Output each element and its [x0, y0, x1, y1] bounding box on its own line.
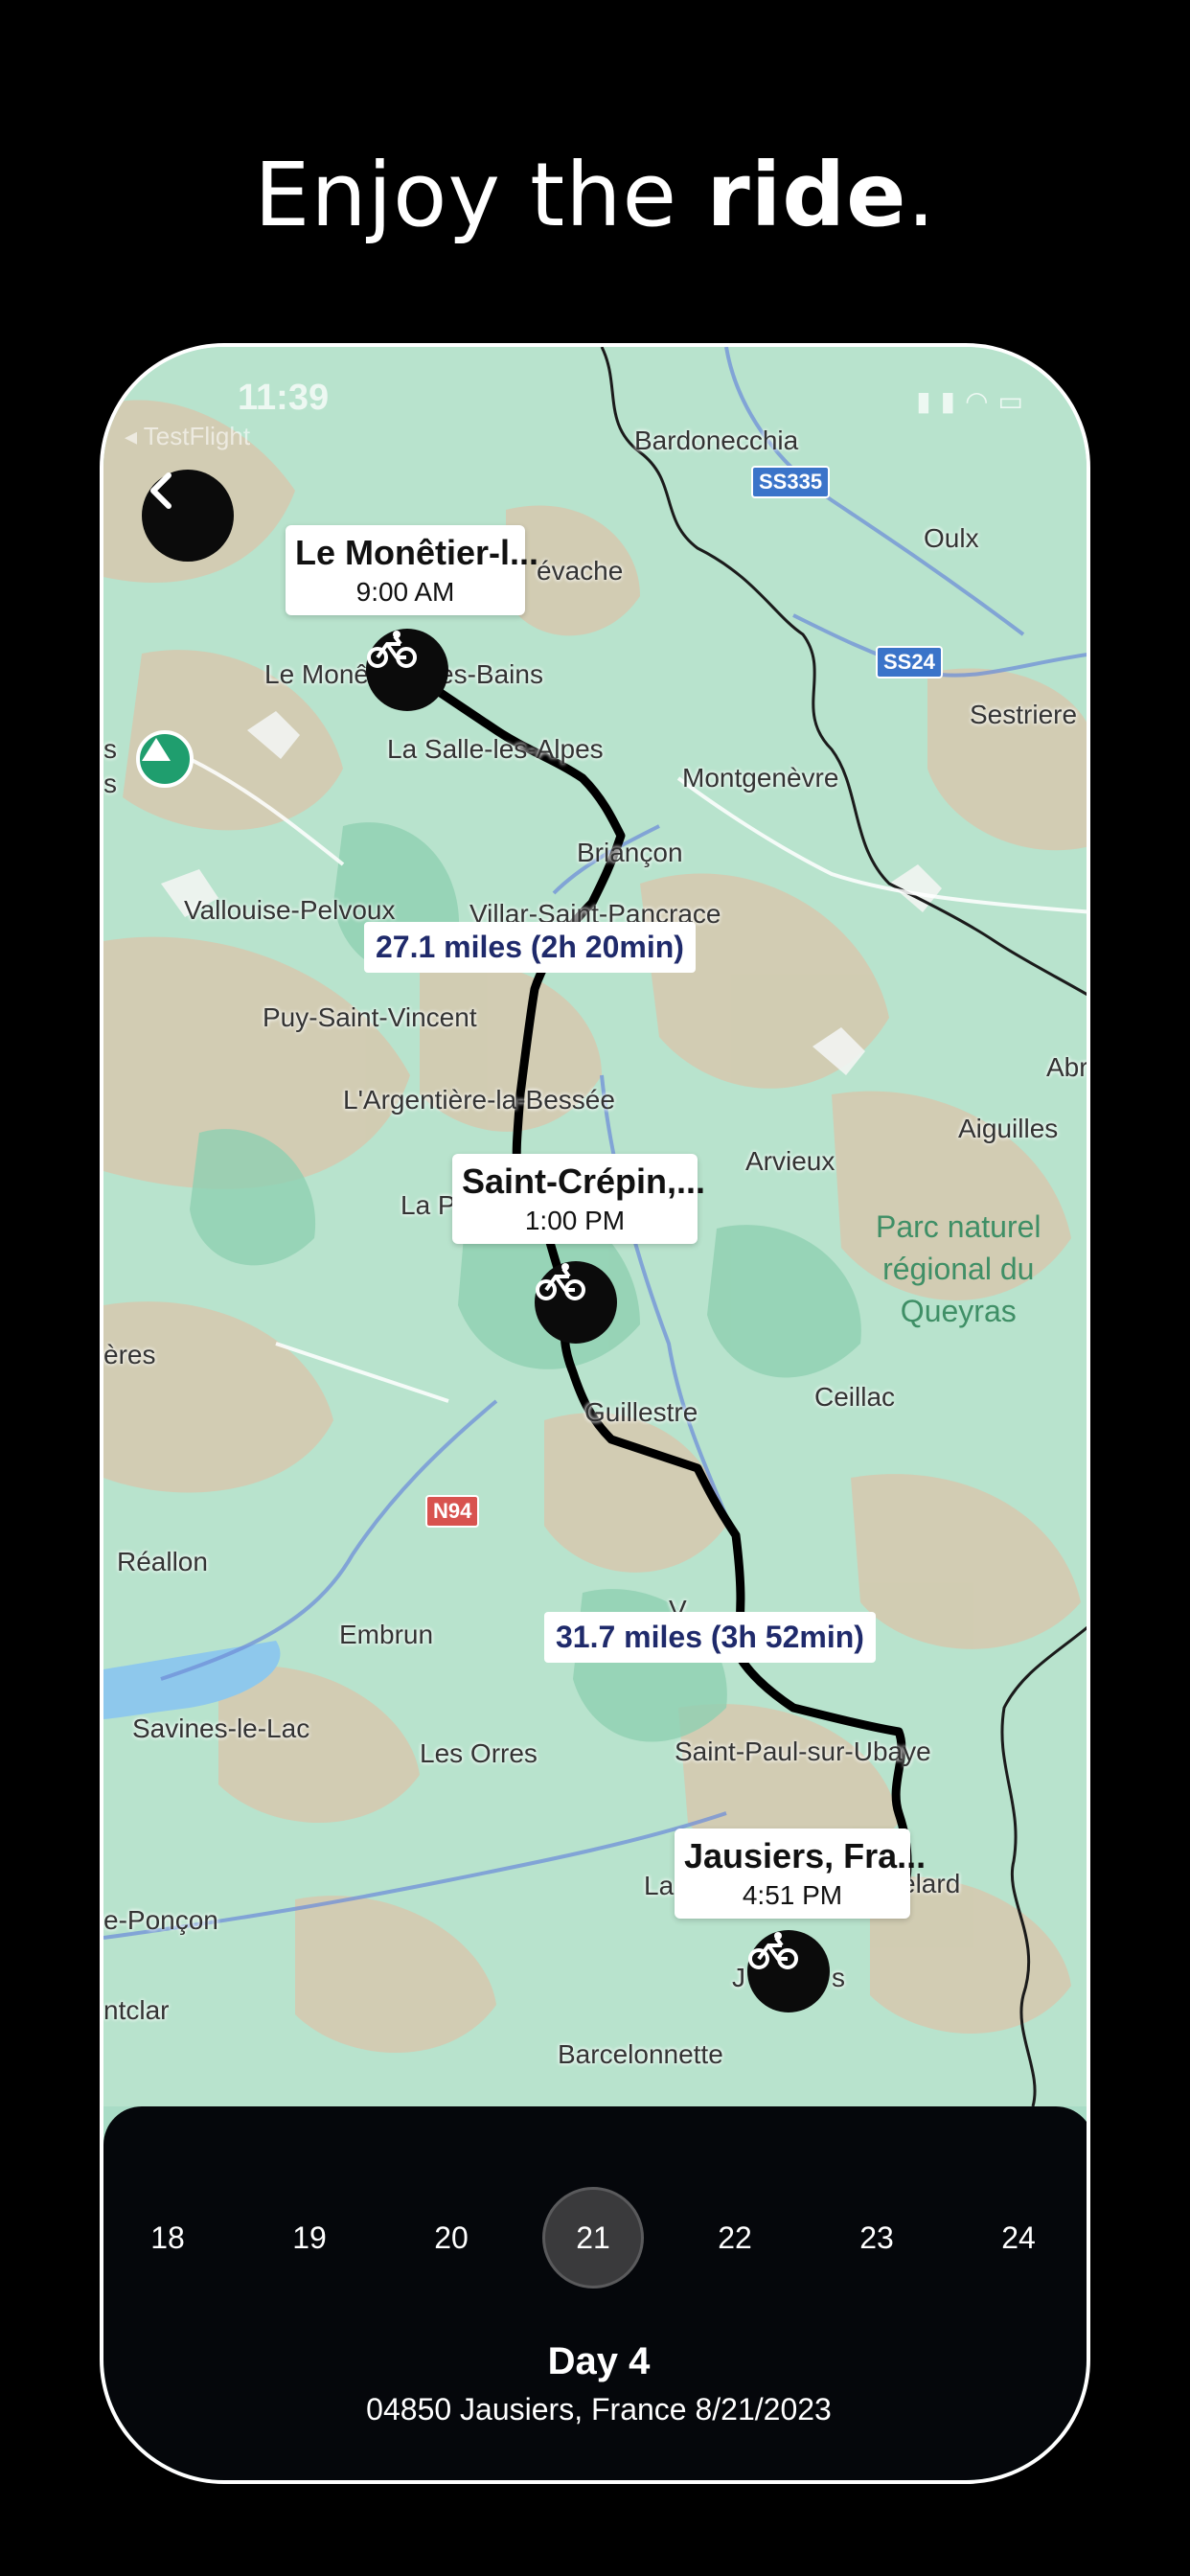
day-subtitle: 04850 Jausiers, France 8/21/2023 — [366, 2392, 832, 2426]
town-label: La — [644, 1871, 675, 1900]
town-label: Le Monê — [264, 659, 369, 689]
day-option[interactable]: 22 — [684, 2187, 786, 2288]
town-label: Guillestre — [584, 1397, 698, 1427]
map-view[interactable]: 11:39 ◂ TestFlight ▮▮◠▭ Bardonecchia Oul… — [103, 347, 1088, 2106]
town-label: es-Bains — [439, 659, 543, 689]
stop-pin-middle[interactable] — [535, 1261, 617, 1344]
town-label: J — [732, 1963, 745, 1992]
town-label: La Salle-les-Alpes — [387, 734, 604, 764]
wifi-icon: ◠ — [965, 386, 998, 416]
town-label: Oulx — [924, 523, 979, 553]
stop-time: 1:00 PM — [524, 1206, 626, 1235]
town-label: Les Orres — [420, 1738, 538, 1768]
signal-icon: ▮▮ — [916, 386, 966, 416]
town-label: Montgenèvre — [682, 763, 839, 793]
town-label: ères — [103, 1340, 156, 1369]
town-label: s — [832, 1963, 845, 1992]
day-option[interactable]: 23 — [826, 2187, 927, 2288]
town-label: Aiguilles — [958, 1114, 1059, 1143]
town-label: Barcelonnette — [558, 2039, 723, 2069]
mountain-icon — [142, 738, 171, 761]
stop-name: Jausiers, Fra... — [684, 1836, 927, 1875]
town-label: Arvieux — [745, 1146, 835, 1176]
day-selector-panel: 18 19 20 21 22 23 24 Day 4 04850 Jausier… — [103, 2106, 1087, 2480]
town-label: Briançon — [577, 838, 683, 867]
park-label: Parc naturel régional du Queyras — [876, 1209, 1041, 1328]
town-label: s — [103, 769, 117, 798]
stop-card-end[interactable]: Jausiers, Fra... 4:51 PM — [675, 1828, 927, 1919]
status-icons: ▮▮◠▭ — [916, 385, 1033, 417]
back-button[interactable] — [142, 470, 234, 562]
road-badge: SS335 — [751, 466, 831, 498]
town-label: Puy-Saint-Vincent — [263, 1002, 477, 1032]
stop-name: Saint-Crépin,... — [462, 1162, 706, 1201]
road-badge: SS24 — [876, 646, 943, 678]
town-label: ntclar — [103, 1995, 170, 2025]
segment-distance-label: 27.1 miles (2h 20min) — [364, 922, 696, 973]
town-label: Sestriere — [970, 700, 1078, 729]
stop-pin-end[interactable] — [747, 1930, 830, 2012]
headline-suffix: . — [906, 144, 936, 246]
stop-time: 4:51 PM — [742, 1880, 843, 1910]
status-back-app[interactable]: ◂ TestFlight — [125, 422, 250, 451]
day-option[interactable]: 19 — [259, 2187, 360, 2288]
headline: Enjoy the ride. — [0, 144, 1190, 246]
town-label: Ceillac — [814, 1382, 896, 1412]
stop-pin-start[interactable] — [366, 629, 448, 711]
day-option[interactable]: 24 — [968, 2187, 1069, 2288]
day-option[interactable]: 20 — [400, 2187, 502, 2288]
chevron-left-icon — [150, 472, 172, 509]
bicycle-icon — [748, 1932, 798, 1969]
town-label: Savines-le-Lac — [132, 1714, 310, 1743]
headline-prefix: Enjoy the — [254, 144, 707, 246]
day-option-selected[interactable]: 21 — [542, 2187, 644, 2288]
town-label: Vallouise-Pelvoux — [184, 895, 396, 925]
town-label: Saint-Paul-sur-Ubaye — [675, 1736, 931, 1766]
town-label: Réallon — [117, 1547, 208, 1576]
town-label: L'Argentière-la-Bessée — [343, 1085, 615, 1115]
town-label: Bardonecchia — [634, 426, 799, 455]
phone-frame: 11:39 ◂ TestFlight ▮▮◠▭ Bardonecchia Oul… — [100, 343, 1090, 2484]
town-label: La P — [400, 1190, 456, 1220]
day-title: Day 4 — [547, 2340, 651, 2382]
bicycle-icon — [536, 1263, 585, 1300]
battery-icon: ▭ — [997, 386, 1033, 416]
stop-time: 9:00 AM — [355, 577, 455, 607]
town-label: Abr — [1046, 1052, 1088, 1082]
segment-distance-label: 31.7 miles (3h 52min) — [544, 1612, 876, 1663]
stop-card-middle[interactable]: Saint-Crépin,... 1:00 PM — [452, 1154, 706, 1244]
day-picker: 18 19 20 21 22 23 24 — [103, 2187, 1087, 2288]
stop-card-start[interactable]: Le Monêtier-l... 9:00 AM — [286, 525, 539, 615]
headline-bold: ride — [706, 144, 907, 246]
town-label: e-Ponçon — [103, 1905, 218, 1935]
town-label: s — [103, 734, 117, 764]
status-time: 11:39 — [238, 378, 330, 418]
town-label: évache — [537, 556, 624, 586]
day-option[interactable]: 18 — [117, 2187, 218, 2288]
stop-name: Le Monêtier-l... — [295, 533, 539, 572]
town-label: Embrun — [339, 1620, 434, 1649]
bicycle-icon — [367, 631, 417, 668]
park-marker-icon[interactable] — [136, 730, 194, 788]
road-badge: N94 — [425, 1495, 480, 1528]
